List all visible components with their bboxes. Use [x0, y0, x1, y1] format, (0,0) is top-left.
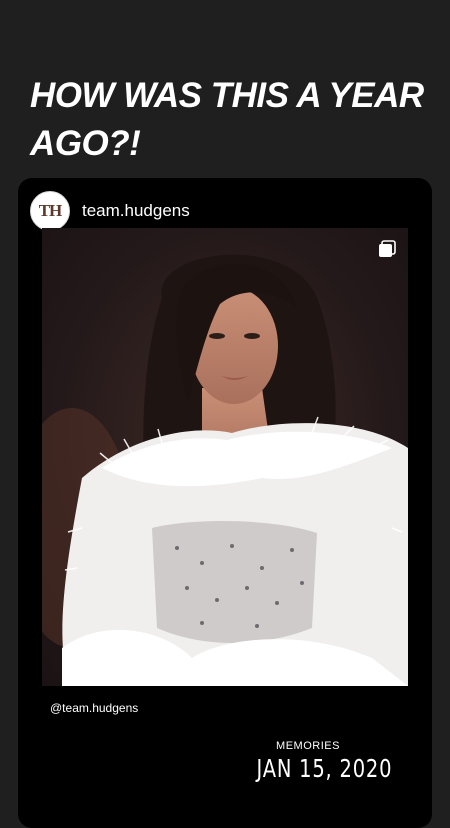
post-username[interactable]: team.hudgens — [82, 201, 190, 221]
memories-label: MEMORIES — [276, 740, 340, 752]
shared-post-card[interactable]: TH team.hudgens @team.hudgens — [18, 178, 432, 828]
story-headline: HOW WAS THIS A YEAR AGO?! — [30, 76, 424, 163]
avatar[interactable]: TH — [30, 191, 70, 231]
memories-sticker[interactable]: MEMORIES JAN 15, 2020 — [242, 740, 393, 783]
post-credit: @team.hudgens — [50, 701, 139, 715]
multiple-photos-icon — [379, 240, 396, 257]
memories-date: JAN 15, 2020 — [256, 754, 393, 783]
post-header: TH team.hudgens — [30, 190, 420, 232]
post-photo[interactable] — [42, 228, 408, 686]
photo-illustration — [42, 228, 408, 686]
avatar-initials: TH — [38, 201, 63, 220]
